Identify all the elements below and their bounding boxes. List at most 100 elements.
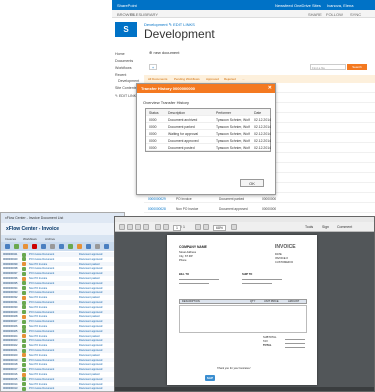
tab-invoices[interactable]: Invoices (5, 237, 16, 241)
doc-type-cell: PO Invoice Document (29, 291, 55, 295)
doc-type-cell: PO Invoice Document (29, 358, 55, 362)
nav-documents[interactable]: Documents (115, 59, 133, 63)
history-rows: 0000 Document archived Tyasoon Schnier, Wo… (146, 116, 271, 151)
doc-type-cell: PO Invoice Document (29, 281, 55, 285)
toolbar-tool-icon[interactable] (14, 244, 19, 249)
zoom-out-icon[interactable] (195, 224, 201, 230)
user-menu[interactable]: Ivanova, Elena (327, 3, 353, 8)
invoice-address-2: City, ST ZIP (179, 255, 193, 258)
doc-type-cell: Non PO Invoice (29, 344, 48, 348)
toolbar-tool-icon[interactable] (77, 244, 82, 249)
zoom-in-icon[interactable] (203, 224, 209, 230)
xflow-titlebar: xFlow Center - Invoice Document List (1, 213, 124, 223)
toolbar-tool-icon[interactable] (23, 244, 28, 249)
invoice-heading: INVOICE (275, 244, 296, 250)
nav-site-contents[interactable]: Site Contents (115, 86, 137, 90)
brand-link[interactable]: SharePoint (117, 3, 137, 8)
close-icon[interactable]: ✕ (268, 85, 272, 91)
doc-status-cell: Document approved (79, 320, 103, 324)
subtotal-line (285, 339, 305, 340)
zoom-select[interactable]: 68% (213, 225, 227, 231)
add-icon[interactable]: + (149, 64, 157, 70)
comment-button[interactable]: Comment (337, 225, 352, 229)
nav-edit-links[interactable]: ✎ EDIT LINKS (115, 94, 139, 98)
nav-home[interactable]: Home (115, 52, 125, 56)
doc-number-cell: 0000000014 (3, 382, 18, 386)
toolbar-tool-icon[interactable] (50, 244, 55, 249)
date-cell: 02.12.2014 (254, 131, 271, 136)
history-row[interactable]: 0000 Document posted Tyasoon Schnier, Wolf… (146, 144, 271, 151)
tab-files[interactable]: FILES (130, 12, 141, 17)
toolbar-tool-icon[interactable] (68, 244, 73, 249)
doc-number-cell: 0000000030 (3, 305, 18, 309)
sign-button[interactable]: Sign (322, 225, 329, 229)
view-rejected[interactable]: Rejected (224, 77, 236, 81)
doc-number-cell: 0000000027 (3, 320, 18, 324)
toolbar-tool-icon[interactable] (86, 244, 91, 249)
sync-button[interactable]: SYNC (350, 12, 361, 17)
toolbar-tool-icon[interactable] (41, 244, 46, 249)
doc-number-cell: 0000000032 (3, 296, 18, 300)
pdf-page: COMPANY NAME INVOICE Street Address City… (167, 235, 317, 385)
view-approved[interactable]: Approved (206, 77, 219, 81)
page-number-input[interactable]: 1 (173, 225, 181, 231)
doc-type-cell: Non PO Invoice (176, 207, 199, 211)
doc-status-cell: Document approved (79, 339, 103, 343)
toolbar-tool-icon[interactable] (32, 244, 37, 249)
col-amount: AMOUNT (288, 300, 300, 303)
toolbar-tool-icon[interactable] (59, 244, 64, 249)
tab-library[interactable]: LIBRARY (141, 12, 158, 17)
next-page-icon[interactable] (163, 224, 169, 230)
doc-status-cell: Document approved (79, 305, 103, 309)
nav-workflows[interactable]: Workflows (115, 66, 132, 70)
view-all-documents[interactable]: All Documents (148, 77, 167, 81)
doc-status-cell: Document approved (79, 272, 103, 276)
tab-archive[interactable]: Archive (45, 237, 55, 241)
email-icon[interactable] (143, 224, 149, 230)
ok-button[interactable]: OK (240, 179, 264, 187)
toolbar-tool-icon[interactable] (95, 244, 100, 249)
nav-recent[interactable]: Recent (115, 73, 126, 77)
history-row[interactable]: 0000 Waiting for approval Tyasoon Schnier,… (146, 130, 271, 137)
suite-link-newsfeed[interactable]: Newsfeed (275, 3, 293, 8)
doc-status-cell: Document approved (79, 325, 103, 328)
description-cell: Document parked (168, 124, 195, 129)
print-icon[interactable] (135, 224, 141, 230)
performer-cell: Tyasoon Schnier, Wolf (216, 131, 250, 136)
history-row[interactable]: 0000 Document archived Tyasoon Schnier, Wo… (146, 116, 271, 123)
search-input[interactable]: Find a file (310, 64, 346, 70)
history-row[interactable]: 0000 Document approved Tyasoon Schnier, Wo… (146, 137, 271, 144)
open-icon[interactable] (119, 224, 125, 230)
suite-link-onedrive[interactable]: OneDrive (294, 3, 311, 8)
suite-link-sites[interactable]: Sites (312, 3, 321, 8)
performer-cell: Tyasoon Schnier, Wolf (216, 117, 250, 122)
follow-button[interactable]: FOLLOW (326, 12, 343, 17)
fit-page-icon[interactable] (231, 224, 237, 230)
history-table: Status Description Performer Date 0000 Do… (145, 108, 271, 152)
doc-type-cell: Non PO Invoice (29, 363, 48, 367)
toolbar-tool-icon[interactable] (104, 244, 109, 249)
bill-to-line (179, 283, 209, 284)
table-row[interactable]: 0000000028 Non PO Invoice Document approve… (144, 205, 375, 213)
date-cell: 02.12.2014 (254, 124, 271, 129)
status-cell: 0000 (149, 145, 157, 150)
new-document-link[interactable]: ⊕ new document (149, 50, 179, 55)
view-pending[interactable]: Pending Workflows (174, 77, 200, 81)
list-item[interactable]: 0000000013 PO Invoice Document Document ap… (1, 386, 124, 391)
tools-button[interactable]: Tools (305, 225, 313, 229)
doc-status-cell: Document approved (79, 349, 103, 352)
share-button[interactable]: SHARE (308, 12, 322, 17)
table-row[interactable]: 0000000029 PO Invoice Document parked 00000… (144, 195, 375, 203)
prev-page-icon[interactable] (155, 224, 161, 230)
search-button[interactable]: Search (347, 64, 367, 70)
doc-status-cell: Document approved (79, 387, 103, 391)
doc-type-cell: Non PO Invoice (29, 353, 48, 357)
tab-workflows[interactable]: Workflows (23, 237, 37, 241)
toolbar-tool-icon[interactable] (5, 244, 10, 249)
ship-to-line (242, 283, 272, 284)
doc-type-cell: Non PO Invoice (29, 325, 48, 328)
save-icon[interactable] (127, 224, 133, 230)
more-views-button[interactable]: ... (242, 77, 245, 81)
history-row[interactable]: 0000 Document parked Tyasoon Schnier, Wolf… (146, 123, 271, 130)
site-logo[interactable]: S (115, 22, 137, 37)
